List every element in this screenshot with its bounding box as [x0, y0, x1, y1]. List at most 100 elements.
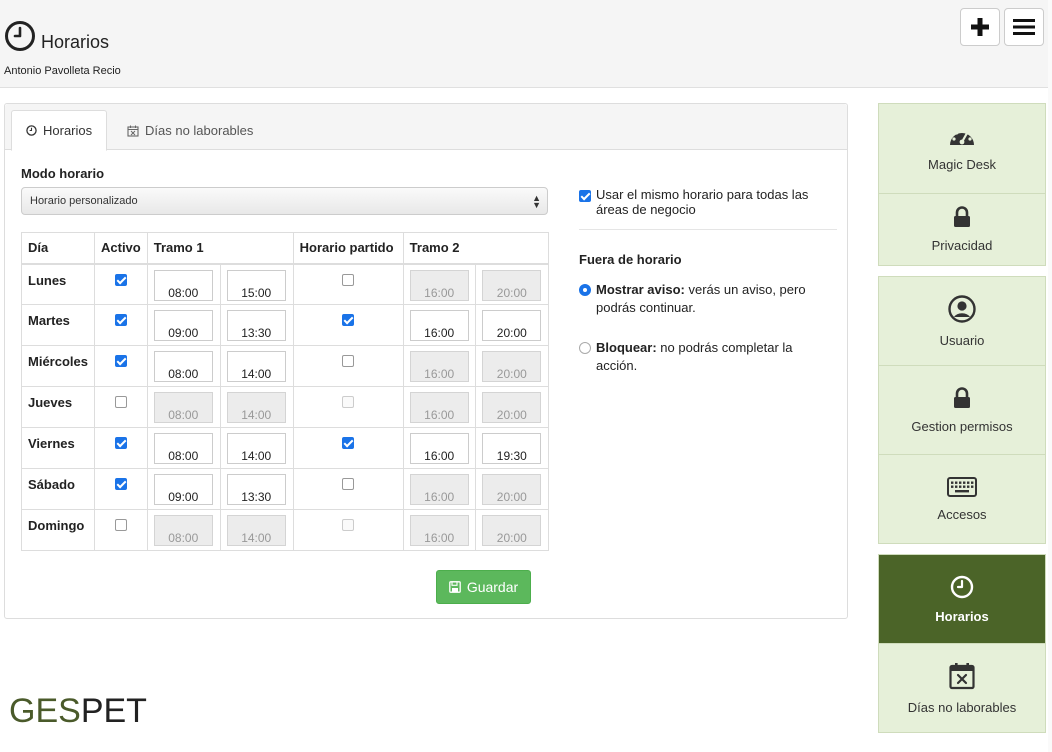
sidebar-item-gestion-permisos[interactable]: Gestion permisos: [879, 366, 1045, 455]
fuera-horario-label: Fuera de horario: [579, 252, 682, 267]
lock-icon: [954, 206, 970, 227]
active-checkbox[interactable]: [114, 519, 127, 531]
t1-end-cell: 14:00: [219, 509, 294, 551]
t1-start-cell: 09:00: [146, 304, 221, 346]
sidebar-item-accesos[interactable]: Accesos: [879, 455, 1045, 543]
add-button[interactable]: [960, 8, 1000, 46]
tab-bar: Horarios Días no laborables: [5, 104, 847, 151]
split-checkbox[interactable]: [342, 519, 355, 531]
t2-end-input[interactable]: 20:00: [482, 351, 542, 382]
t1-start-cell: 08:00: [146, 345, 221, 387]
active-checkbox[interactable]: [114, 355, 127, 367]
sidebar-label: Horarios: [935, 608, 989, 624]
t1-end-cell: 15:00: [219, 263, 294, 305]
same-schedule-option[interactable]: Usar el mismo horario para todas las áre…: [579, 187, 837, 230]
page-header: Horarios Antonio Pavolleta Recio: [0, 0, 1052, 88]
t1-end-input[interactable]: 13:30: [226, 310, 286, 341]
scrollbar[interactable]: [1048, 0, 1052, 752]
radio-mostrar-aviso[interactable]: Mostrar aviso: verás un aviso, pero podr…: [579, 281, 837, 317]
split-cell: [292, 468, 404, 510]
same-schedule-checkbox[interactable]: [579, 190, 591, 202]
split-checkbox[interactable]: [342, 437, 355, 449]
t1-end-input[interactable]: 14:00: [226, 433, 286, 464]
save-label: Guardar: [466, 579, 519, 595]
t1-end-input[interactable]: 14:00: [226, 392, 286, 423]
tab-horarios[interactable]: Horarios: [11, 110, 108, 151]
t2-end-input[interactable]: 20:00: [482, 474, 542, 505]
sidebar-item-horarios[interactable]: Horarios: [879, 555, 1045, 644]
save-button[interactable]: Guardar: [436, 570, 531, 604]
split-cell: [292, 427, 404, 469]
sidebar-item-magic-desk[interactable]: Magic Desk: [879, 104, 1045, 194]
t2-start-input[interactable]: 16:00: [409, 433, 469, 464]
t2-end-input[interactable]: 20:00: [482, 392, 542, 423]
gespet-logo: GESPET: [9, 692, 147, 731]
lock-icon: [954, 386, 970, 408]
t1-end-input[interactable]: 13:30: [226, 474, 286, 505]
bloquear-bold: Bloquear:: [596, 340, 657, 355]
t1-start-input[interactable]: 08:00: [153, 392, 213, 423]
split-checkbox[interactable]: [342, 396, 355, 408]
t2-start-input[interactable]: 16:00: [409, 351, 469, 382]
table-row: Miércoles 08:00 14:00 16:00 20:00: [21, 345, 549, 387]
table-row: Domingo 08:00 14:00 16:00 20:00: [21, 509, 549, 551]
radio-bloquear-option[interactable]: Bloquear: no podrás completar la acción.: [579, 339, 837, 375]
active-cell: [94, 263, 148, 305]
active-checkbox[interactable]: [114, 478, 127, 490]
t1-end-input[interactable]: 15:00: [226, 269, 286, 301]
day-cell: Martes: [21, 304, 95, 346]
t1-start-input[interactable]: 09:00: [153, 310, 213, 341]
t2-end-cell: 20:00: [475, 509, 549, 551]
t1-end-input[interactable]: 14:00: [226, 515, 286, 546]
t1-start-input[interactable]: 08:00: [153, 351, 213, 382]
split-checkbox[interactable]: [342, 478, 355, 490]
tab-label: Días no laborables: [145, 123, 254, 138]
col-horario-partido: Horario partido: [292, 232, 404, 265]
sidebar-label: Accesos: [937, 506, 987, 522]
active-cell: [94, 427, 148, 469]
tab-dias-no-laborables[interactable]: Días no laborables: [113, 110, 267, 151]
t2-start-input[interactable]: 16:00: [409, 310, 469, 341]
t2-end-input[interactable]: 20:00: [482, 515, 542, 546]
radio-bloquear[interactable]: [579, 342, 591, 354]
sidebar-label: Días no laborables: [907, 699, 1017, 715]
t1-start-input[interactable]: 09:00: [153, 474, 213, 505]
mostrar-bold: Mostrar aviso:: [596, 282, 685, 297]
t1-start-input[interactable]: 08:00: [153, 269, 213, 301]
table-row: Jueves 08:00 14:00 16:00 20:00: [21, 386, 549, 428]
sidebar-item-privacidad[interactable]: Privacidad: [879, 194, 1045, 265]
t2-start-input[interactable]: 16:00: [409, 515, 469, 546]
schedule-table: Día Activo Tramo 1 Horario partido Tramo…: [21, 232, 550, 551]
page-title: Horarios: [41, 32, 110, 52]
clock-icon: [950, 575, 974, 598]
t2-start-input[interactable]: 16:00: [409, 269, 469, 301]
calendar-x-icon: [949, 662, 975, 689]
split-checkbox[interactable]: [342, 355, 355, 367]
t2-start-input[interactable]: 16:00: [409, 474, 469, 505]
t2-end-input[interactable]: 20:00: [482, 269, 542, 301]
radio-mostrar[interactable]: [579, 284, 591, 296]
t1-start-cell: 08:00: [146, 509, 221, 551]
day-cell: Miércoles: [21, 345, 95, 387]
keyboard-icon: [947, 476, 977, 497]
split-checkbox[interactable]: [342, 273, 355, 286]
table-row: Viernes 08:00 14:00 16:00 19:30: [21, 427, 549, 469]
table-header-row: Día Activo Tramo 1 Horario partido Tramo…: [21, 232, 550, 265]
t1-start-input[interactable]: 08:00: [153, 515, 213, 546]
t2-start-input[interactable]: 16:00: [409, 392, 469, 423]
t2-start-cell: 16:00: [402, 509, 477, 551]
modo-horario-select[interactable]: Horario personalizado ▲ ▼: [21, 187, 548, 215]
sidebar-item-usuario[interactable]: Usuario: [879, 277, 1045, 366]
split-checkbox[interactable]: [342, 314, 355, 326]
t1-start-input[interactable]: 08:00: [153, 433, 213, 464]
t2-end-input[interactable]: 19:30: [482, 433, 542, 464]
t1-end-input[interactable]: 14:00: [226, 351, 286, 382]
active-checkbox[interactable]: [114, 273, 127, 286]
active-checkbox[interactable]: [114, 437, 127, 449]
active-checkbox[interactable]: [114, 314, 127, 326]
t2-end-input[interactable]: 20:00: [482, 310, 542, 341]
active-checkbox[interactable]: [114, 396, 127, 408]
menu-button[interactable]: [1004, 8, 1044, 46]
table-row: Sábado 09:00 13:30 16:00 20:00: [21, 468, 549, 510]
sidebar-item-dias-no-laborables[interactable]: Días no laborables: [879, 644, 1045, 732]
